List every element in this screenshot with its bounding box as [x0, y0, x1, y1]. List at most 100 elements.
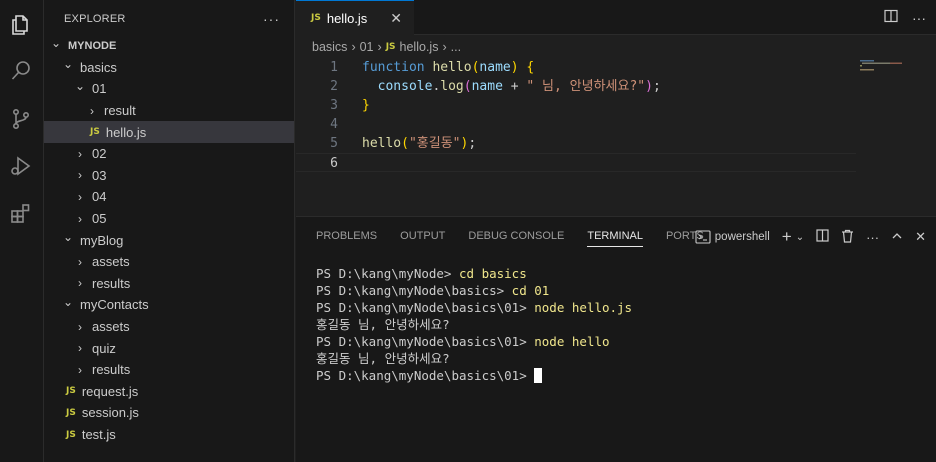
tree-item-folder[interactable]: ⌄ myBlog: [44, 229, 294, 251]
tree-item-label: assets: [92, 254, 130, 270]
tree-item-label: myContacts: [80, 297, 149, 313]
breadcrumb-item-symbols[interactable]: ...: [451, 40, 461, 54]
files-icon[interactable]: [8, 12, 34, 38]
tree-item-label: results: [92, 275, 131, 291]
tree-item-label: 04: [92, 189, 107, 205]
code-line-current: 6: [296, 153, 856, 172]
code-line: 4: [296, 115, 856, 134]
more-actions-icon[interactable]: ···: [263, 11, 280, 27]
terminal-icon: [695, 230, 711, 244]
terminal-output[interactable]: PS D:\kang\myNode> cd basics PS D:\kang\m…: [316, 265, 632, 384]
code-line: 5 hello("홍길동");: [296, 134, 856, 153]
activity-bar: [0, 0, 44, 462]
breadcrumb-item-hello-js[interactable]: hello.js: [400, 40, 439, 54]
tree-item-folder[interactable]: › 02: [44, 143, 294, 165]
breadcrumb: basics › 01 › JS hello.js › ...: [296, 35, 936, 59]
chevron-right-icon: ›: [78, 189, 82, 204]
tree-item-label: hello.js: [105, 124, 147, 140]
chevron-right-icon: ›: [78, 341, 82, 356]
new-terminal-icon[interactable]: +: [782, 227, 792, 247]
chevron-down-icon: ⌄: [50, 35, 62, 50]
tab-hello-js[interactable]: JS hello.js ✕: [296, 0, 414, 35]
line-number: 4: [330, 117, 338, 132]
js-file-icon: JS: [66, 429, 76, 440]
minimap[interactable]: [860, 60, 908, 72]
terminal-shell-selector[interactable]: powershell: [695, 230, 770, 244]
editor-area: JS hello.js ✕ ··· basics › 01 › JS hello…: [296, 0, 936, 216]
code-line: 3 }: [296, 96, 856, 115]
tree-item-folder[interactable]: › result: [44, 100, 294, 122]
code-editor[interactable]: 1 function hello(name) { 2 console.log(n…: [296, 58, 856, 172]
tree-item-folder[interactable]: › 05: [44, 208, 294, 230]
tree-item-file[interactable]: JS request.js: [44, 381, 294, 403]
terminal-line: PS D:\kang\myNode\basics\01> node hello: [316, 334, 610, 349]
terminal-line: PS D:\kang\myNode> cd basics: [316, 266, 527, 281]
chevron-right-icon: ›: [78, 168, 82, 183]
chevron-down-icon: ⌄: [62, 57, 74, 72]
tree-item-label: quiz: [92, 340, 116, 356]
js-file-icon: JS: [66, 407, 76, 418]
chevron-right-icon: ›: [78, 211, 82, 226]
tree-item-file[interactable]: JS session.js: [44, 402, 294, 424]
tree-item-folder[interactable]: ⌄ 01: [44, 78, 294, 100]
tree-item-label: test.js: [81, 427, 116, 443]
tree-item-label: myBlog: [80, 232, 124, 248]
tree-item-file[interactable]: JS hello.js: [44, 121, 294, 143]
tab-problems[interactable]: PROBLEMS: [316, 217, 377, 255]
chevron-down-icon: ⌄: [74, 78, 86, 93]
tree-item-label: results: [92, 362, 131, 378]
tree-item-folder[interactable]: › 04: [44, 186, 294, 208]
tree-item-label: 01: [92, 81, 107, 97]
terminal-line: PS D:\kang\myNode\basics\01>: [316, 367, 632, 384]
js-file-icon: JS: [311, 13, 321, 23]
tab-debug-console[interactable]: DEBUG CONSOLE: [468, 217, 564, 255]
shell-label: powershell: [714, 231, 770, 243]
breadcrumb-item-01[interactable]: 01: [360, 40, 374, 54]
breadcrumb-item-basics[interactable]: basics: [312, 40, 347, 54]
split-editor-icon[interactable]: [884, 9, 898, 26]
run-debug-icon[interactable]: [8, 153, 34, 179]
chevron-right-icon: ›: [78, 146, 82, 161]
tree-item-file[interactable]: JS test.js: [44, 424, 294, 446]
code-line: 1 function hello(name) {: [296, 58, 856, 77]
line-number: 3: [330, 98, 338, 113]
bottom-panel: PROBLEMS OUTPUT DEBUG CONSOLE TERMINAL P…: [296, 216, 936, 462]
maximize-panel-icon[interactable]: [891, 230, 903, 245]
close-icon[interactable]: ✕: [390, 10, 402, 27]
tree-item-folder[interactable]: ⌄ basics: [44, 57, 294, 79]
tree-item-folder[interactable]: ⌄ myContacts: [44, 294, 294, 316]
tab-output[interactable]: OUTPUT: [400, 217, 445, 255]
tree-item-root[interactable]: ⌄ MYNODE: [44, 35, 294, 57]
explorer-header: EXPLORER ···: [44, 0, 294, 38]
explorer-title: EXPLORER: [64, 13, 126, 25]
source-control-icon[interactable]: [8, 106, 34, 132]
extensions-icon[interactable]: [8, 200, 34, 226]
tree-item-folder[interactable]: › 03: [44, 165, 294, 187]
chevron-right-icon: ›: [78, 319, 82, 334]
line-number: 5: [330, 136, 338, 151]
panel-more-icon[interactable]: ···: [866, 230, 879, 245]
search-icon[interactable]: [8, 58, 34, 84]
tree-item-label: 03: [92, 167, 107, 183]
close-panel-icon[interactable]: ✕: [915, 229, 926, 245]
terminal-cursor: [534, 368, 543, 383]
line-number: 1: [330, 60, 338, 75]
trash-icon[interactable]: [841, 229, 854, 246]
code-line: 2 console.log(name + " 님, 안녕하세요?");: [296, 77, 856, 96]
tab-terminal[interactable]: TERMINAL: [587, 217, 643, 255]
tree-item-folder[interactable]: › assets: [44, 316, 294, 338]
js-file-icon: JS: [90, 127, 100, 138]
chevron-down-icon[interactable]: ⌄: [796, 232, 804, 243]
tree-item-folder[interactable]: › results: [44, 273, 294, 295]
chevron-right-icon: ›: [442, 40, 447, 54]
tree-item-folder[interactable]: › results: [44, 359, 294, 381]
tree-item-folder[interactable]: › quiz: [44, 337, 294, 359]
terminal-line: PS D:\kang\myNode\basics\01> node hello.…: [316, 300, 633, 315]
chevron-right-icon: ›: [78, 276, 82, 291]
explorer-sidebar: EXPLORER ··· ⌄ MYNODE ⌄ basics ⌄ 01 › result JS h…: [44, 0, 295, 462]
split-terminal-icon[interactable]: [816, 229, 829, 245]
terminal-line: PS D:\kang\myNode\basics> cd 01: [316, 283, 550, 298]
editor-more-icon[interactable]: ···: [912, 10, 926, 26]
tree-item-label: request.js: [81, 383, 139, 399]
tree-item-folder[interactable]: › assets: [44, 251, 294, 273]
